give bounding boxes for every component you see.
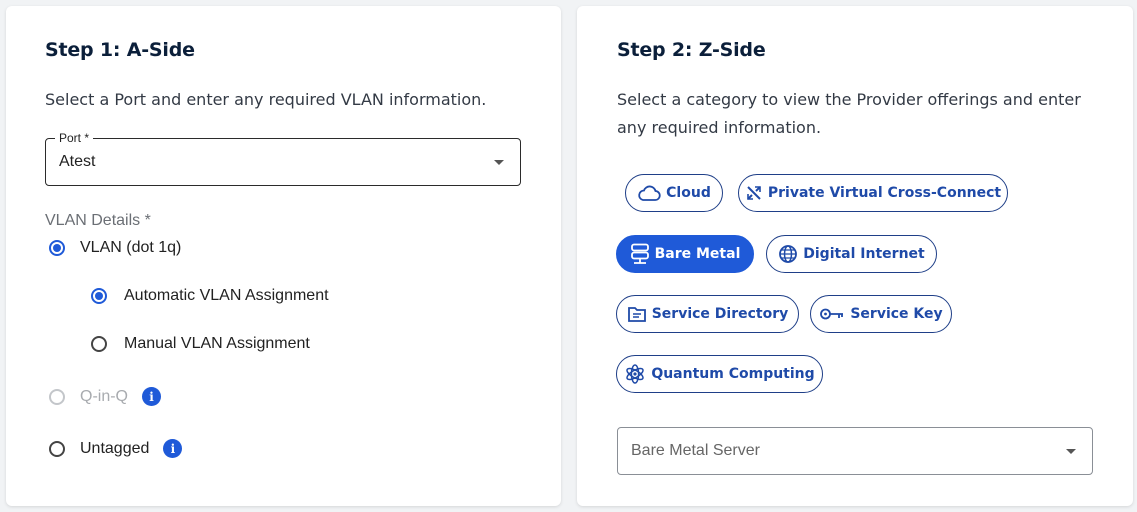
category-chip-digital-internet[interactable]: Digital Internet xyxy=(766,235,937,273)
chevron-down-icon xyxy=(1066,449,1076,454)
chip-label: Service Key xyxy=(850,306,943,322)
server-icon xyxy=(630,243,649,264)
chip-label: Service Directory xyxy=(651,306,789,322)
folder-icon xyxy=(627,307,646,322)
chip-label: Quantum Computing xyxy=(651,366,815,382)
atom-icon xyxy=(626,364,645,384)
vlan-details-label: VLAN Details * xyxy=(45,212,151,229)
z-side-card: Step 2: Z-Side Select a category to view… xyxy=(577,6,1133,506)
chevron-down-icon xyxy=(494,160,504,165)
port-select[interactable]: Port * Atest xyxy=(45,131,521,186)
category-chip-private-virtual-cross-connect[interactable]: Private Virtual Cross-Connect xyxy=(738,174,1008,212)
chip-label: Private Virtual Cross-Connect xyxy=(767,185,1002,201)
step-2-description: Select a category to view the Provider o… xyxy=(617,86,1081,142)
radio-untagged[interactable]: Untagged i xyxy=(49,439,183,458)
chip-label: Digital Internet xyxy=(803,246,925,262)
radio-label: VLAN (dot 1q) xyxy=(80,239,182,256)
cross-connect-icon xyxy=(747,186,761,200)
category-chip-quantum-computing[interactable]: Quantum Computing xyxy=(616,355,823,393)
globe-icon xyxy=(779,245,798,263)
radio-label: Manual VLAN Assignment xyxy=(124,335,310,352)
key-icon xyxy=(820,308,844,320)
info-icon[interactable]: i xyxy=(142,387,161,406)
radio-button[interactable] xyxy=(91,288,107,304)
radio-manual-vlan[interactable]: Manual VLAN Assignment xyxy=(91,335,310,353)
cloud-icon xyxy=(638,185,661,201)
radio-label: Automatic VLAN Assignment xyxy=(124,287,329,304)
provider-offering-select[interactable]: Bare Metal Server xyxy=(617,427,1093,475)
category-chip-bare-metal[interactable]: Bare Metal xyxy=(616,235,754,273)
radio-button[interactable] xyxy=(91,336,107,352)
radio-qinq: Q-in-Q i xyxy=(49,387,161,406)
radio-automatic-vlan[interactable]: Automatic VLAN Assignment xyxy=(91,287,329,305)
category-chip-service-directory[interactable]: Service Directory xyxy=(616,295,799,333)
step-2-title: Step 2: Z-Side xyxy=(617,39,766,61)
port-label: Port * xyxy=(55,131,94,145)
step-1-title: Step 1: A-Side xyxy=(45,39,195,61)
category-chip-service-key[interactable]: Service Key xyxy=(810,295,952,333)
a-side-card: Step 1: A-Side Select a Port and enter a… xyxy=(6,6,561,506)
description-line: Select a category to view the Provider o… xyxy=(617,90,1081,109)
chip-label: Cloud xyxy=(666,185,711,201)
info-icon[interactable]: i xyxy=(163,439,183,458)
port-value: Atest xyxy=(59,153,96,170)
radio-button[interactable] xyxy=(49,240,65,256)
radio-label: Q-in-Q xyxy=(80,387,128,405)
provider-placeholder: Bare Metal Server xyxy=(631,442,760,459)
radio-vlan-dot1q[interactable]: VLAN (dot 1q) xyxy=(49,239,181,257)
step-1-description: Select a Port and enter any required VLA… xyxy=(45,90,487,109)
category-chip-cloud[interactable]: Cloud xyxy=(625,174,723,212)
description-line: any required information. xyxy=(617,118,822,137)
radio-label: Untagged xyxy=(80,439,150,457)
radio-button xyxy=(49,388,65,405)
radio-button[interactable] xyxy=(49,440,65,457)
chip-label: Bare Metal xyxy=(654,246,741,262)
